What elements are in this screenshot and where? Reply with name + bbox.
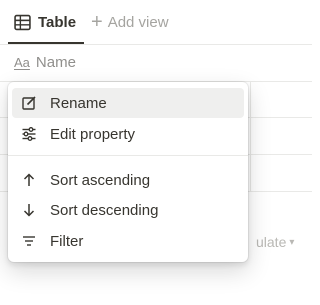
arrow-up-icon xyxy=(20,171,38,189)
table-icon xyxy=(14,14,31,30)
menu-item-edit-property-label: Edit property xyxy=(50,125,136,143)
menu-item-rename-label: Rename xyxy=(50,94,107,112)
active-tab-indicator xyxy=(8,42,84,44)
menu-item-filter-label: Filter xyxy=(50,232,84,250)
table-header-row: Aa Name xyxy=(0,45,312,82)
menu-item-edit-property[interactable]: Edit property xyxy=(12,119,244,149)
arrow-down-icon xyxy=(20,201,38,219)
filter-icon xyxy=(20,232,38,250)
menu-item-rename[interactable]: Rename xyxy=(12,88,244,118)
view-tabs-bar: Table + Add view xyxy=(0,0,312,45)
column-context-menu: Rename Edit property Sort ascending Sort… xyxy=(8,82,248,262)
menu-item-filter[interactable]: Filter xyxy=(12,226,244,256)
add-view-label: Add view xyxy=(107,13,169,31)
plus-icon: + xyxy=(91,11,103,33)
menu-item-sort-descending-label: Sort descending xyxy=(50,201,159,219)
chevron-down-icon: ▾ xyxy=(289,236,295,248)
menu-item-sort-ascending[interactable]: Sort ascending xyxy=(12,165,244,195)
sliders-icon xyxy=(20,125,38,143)
calculate-label: ulate xyxy=(256,234,287,250)
menu-item-sort-ascending-label: Sort ascending xyxy=(50,171,151,189)
menu-divider xyxy=(8,155,248,156)
add-view-button[interactable]: + Add view xyxy=(91,10,169,34)
column-header-name[interactable]: Aa Name xyxy=(14,54,76,71)
column-divider xyxy=(250,82,251,192)
menu-item-sort-descending[interactable]: Sort descending xyxy=(12,195,244,225)
tab-table[interactable]: Table xyxy=(14,10,76,34)
text-property-icon: Aa xyxy=(14,55,30,70)
column-header-name-label: Name xyxy=(35,54,76,71)
rename-icon xyxy=(20,94,38,112)
tab-table-label: Table xyxy=(38,13,77,31)
calculate-button[interactable]: ulate ▾ xyxy=(256,234,294,250)
